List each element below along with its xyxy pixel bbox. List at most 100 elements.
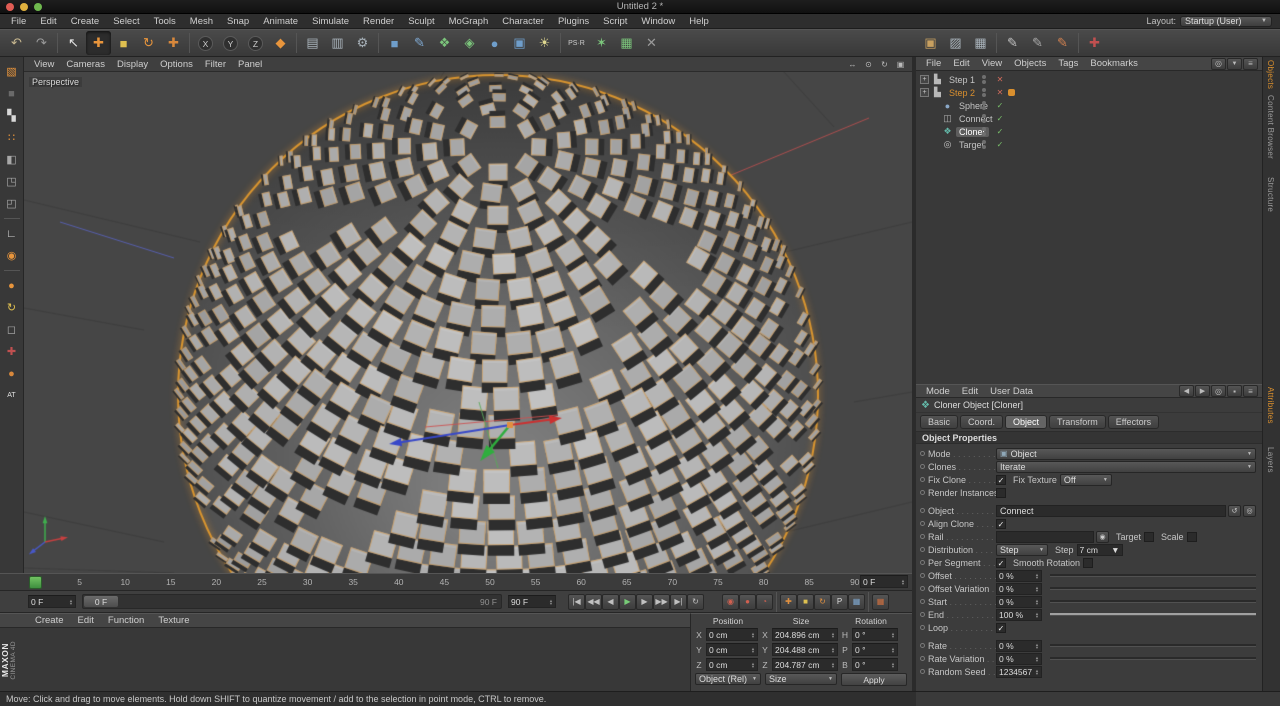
field-button-icon[interactable]: ◉ [1096, 531, 1109, 543]
anim-dot[interactable] [920, 547, 925, 552]
anim-dot[interactable] [920, 573, 925, 578]
visibility-dots[interactable] [982, 88, 986, 97]
stepper-arrows[interactable]: ▲▼ [891, 632, 895, 638]
anim-dot[interactable] [920, 656, 925, 661]
stepper-arrows[interactable]: ▲▼ [901, 579, 905, 585]
panel-menu-icon[interactable]: ≡ [1243, 58, 1258, 70]
object-row-step-2[interactable]: +▙Step 2✕ [916, 86, 1262, 99]
undo-icon[interactable]: ↶ [4, 31, 29, 55]
anim-dot[interactable] [920, 464, 925, 469]
lock-y-axis-icon[interactable]: Y [218, 31, 243, 55]
back-icon[interactable]: ◀ [1179, 385, 1194, 397]
object-field[interactable]: Connect [996, 505, 1226, 517]
object-row-step-1[interactable]: +▙Step 1✕ [916, 73, 1262, 86]
anim-dot[interactable] [920, 625, 925, 630]
stepper-arrows[interactable]: ▲▼ [1035, 643, 1039, 649]
menubar-item-tools[interactable]: Tools [147, 16, 183, 27]
camera-label[interactable]: Perspective [29, 77, 82, 87]
texture-mode-icon[interactable]: ▨ [943, 31, 968, 55]
enable-state-icon[interactable]: ✓ [994, 114, 1006, 123]
om-menu-file[interactable]: File [920, 58, 947, 69]
record-position-button[interactable]: ◉ [722, 594, 739, 610]
anim-dot[interactable] [920, 521, 925, 526]
editor-dot[interactable] [982, 114, 986, 118]
menubar-item-edit[interactable]: Edit [33, 16, 63, 27]
zoom-view-icon[interactable]: ⊙ [861, 58, 876, 70]
stepper-arrows[interactable]: ▲▼ [831, 632, 835, 638]
timeline-ruler[interactable]: 051015202530354045505560657075808590 0 F… [0, 573, 912, 591]
field-button-icon[interactable]: ↺ [1228, 505, 1241, 517]
anim-dot[interactable] [920, 599, 925, 604]
fix-clone-checkbox[interactable]: ✓ [996, 475, 1006, 485]
mode-dropdown[interactable]: ▣Object▼ [996, 448, 1256, 460]
offset-slider[interactable] [1050, 574, 1256, 577]
anim-dot[interactable] [920, 477, 925, 482]
menubar-item-animate[interactable]: Animate [256, 16, 305, 27]
rail-checkbox[interactable] [1144, 532, 1154, 542]
anim-dot[interactable] [920, 490, 925, 495]
pan-view-icon[interactable]: ↔ [845, 58, 860, 70]
visibility-dots[interactable] [982, 101, 986, 110]
menubar-item-create[interactable]: Create [64, 16, 107, 27]
array-icon[interactable]: ∷ [2, 128, 22, 147]
distribution-value[interactable]: 7 cm▼ [1077, 544, 1123, 556]
current-frame-input[interactable]: 0 F ▲▼ [28, 595, 76, 608]
lock-x-axis-icon[interactable]: X [193, 31, 218, 55]
editor-dot[interactable] [982, 140, 986, 144]
object-row-target[interactable]: ◎Target✓ [916, 138, 1262, 151]
checker-icon[interactable]: ▚ [2, 106, 22, 125]
enable-state-icon[interactable]: ✕ [994, 75, 1006, 84]
enable-state-icon[interactable]: ✓ [994, 140, 1006, 149]
position-z-input[interactable]: 0 cm▲▼ [706, 658, 758, 671]
anim-dot[interactable] [920, 560, 925, 565]
viewport-menu-view[interactable]: View [28, 59, 60, 70]
tag-icon[interactable] [1008, 89, 1015, 96]
tab-object[interactable]: Object [1005, 415, 1047, 429]
anim-dot[interactable] [920, 669, 925, 674]
prev-key-button[interactable]: ◀◀ [585, 594, 602, 610]
menubar-item-script[interactable]: Script [596, 16, 634, 27]
solo-button[interactable]: ▦ [872, 594, 889, 610]
per-segment-checkbox[interactable]: ✓ [996, 558, 1006, 568]
ruler-frame-box[interactable]: 0 F ▲▼ [860, 575, 908, 588]
stepper-arrows[interactable]: ▲▼ [1035, 599, 1039, 605]
rate-variation-value[interactable]: 0 %▲▼ [996, 653, 1042, 665]
menubar-item-select[interactable]: Select [106, 16, 146, 27]
scale-tool-icon[interactable]: ■ [111, 31, 136, 55]
cube-edge-icon[interactable]: ◳ [2, 172, 22, 191]
position-y-input[interactable]: 0 cm▲▼ [706, 643, 758, 656]
menubar-item-character[interactable]: Character [495, 16, 551, 27]
viewport-menu-options[interactable]: Options [154, 59, 199, 70]
attr-menu-edit[interactable]: Edit [956, 386, 984, 397]
rotation-p-input[interactable]: 0 °▲▼ [852, 643, 898, 656]
random-seed-value[interactable]: 1234567▲▼ [996, 666, 1042, 678]
align-clone-checkbox[interactable]: ✓ [996, 519, 1006, 529]
ruler-icon[interactable]: ∟ [2, 224, 22, 243]
expander-icon[interactable]: + [920, 88, 929, 97]
render-dot[interactable] [982, 93, 986, 97]
coord-size-dropdown[interactable]: Size▼ [765, 673, 837, 685]
visibility-dots[interactable] [982, 75, 986, 84]
menubar-item-window[interactable]: Window [634, 16, 682, 27]
key-parameter-button[interactable]: P [831, 594, 848, 610]
redo-icon[interactable]: ↷ [29, 31, 54, 55]
stepper-arrows[interactable]: ▲▼ [891, 662, 895, 668]
record-time-button[interactable]: ◔ [756, 594, 773, 610]
size-z-input[interactable]: 204.787 cm▲▼ [772, 658, 838, 671]
rate-value[interactable]: 0 %▲▼ [996, 640, 1042, 652]
visibility-dots[interactable] [982, 114, 986, 123]
anim-dot[interactable] [920, 534, 925, 539]
axis-tool-icon[interactable]: ✚ [2, 342, 22, 361]
add-spline-icon[interactable]: ✎ [407, 31, 432, 55]
rail-checkbox[interactable] [1187, 532, 1197, 542]
anim-dot[interactable] [920, 586, 925, 591]
render-dot[interactable] [982, 106, 986, 110]
anim-dot[interactable] [920, 612, 925, 617]
playhead-marker[interactable] [29, 576, 42, 589]
material-menu-function[interactable]: Function [101, 615, 151, 626]
stepper-arrows[interactable]: ▲▼ [1035, 612, 1039, 618]
editor-dot[interactable] [982, 88, 986, 92]
menubar-item-render[interactable]: Render [356, 16, 401, 27]
per-segment-checkbox[interactable] [1083, 558, 1093, 568]
render-view-icon[interactable]: ▤ [300, 31, 325, 55]
